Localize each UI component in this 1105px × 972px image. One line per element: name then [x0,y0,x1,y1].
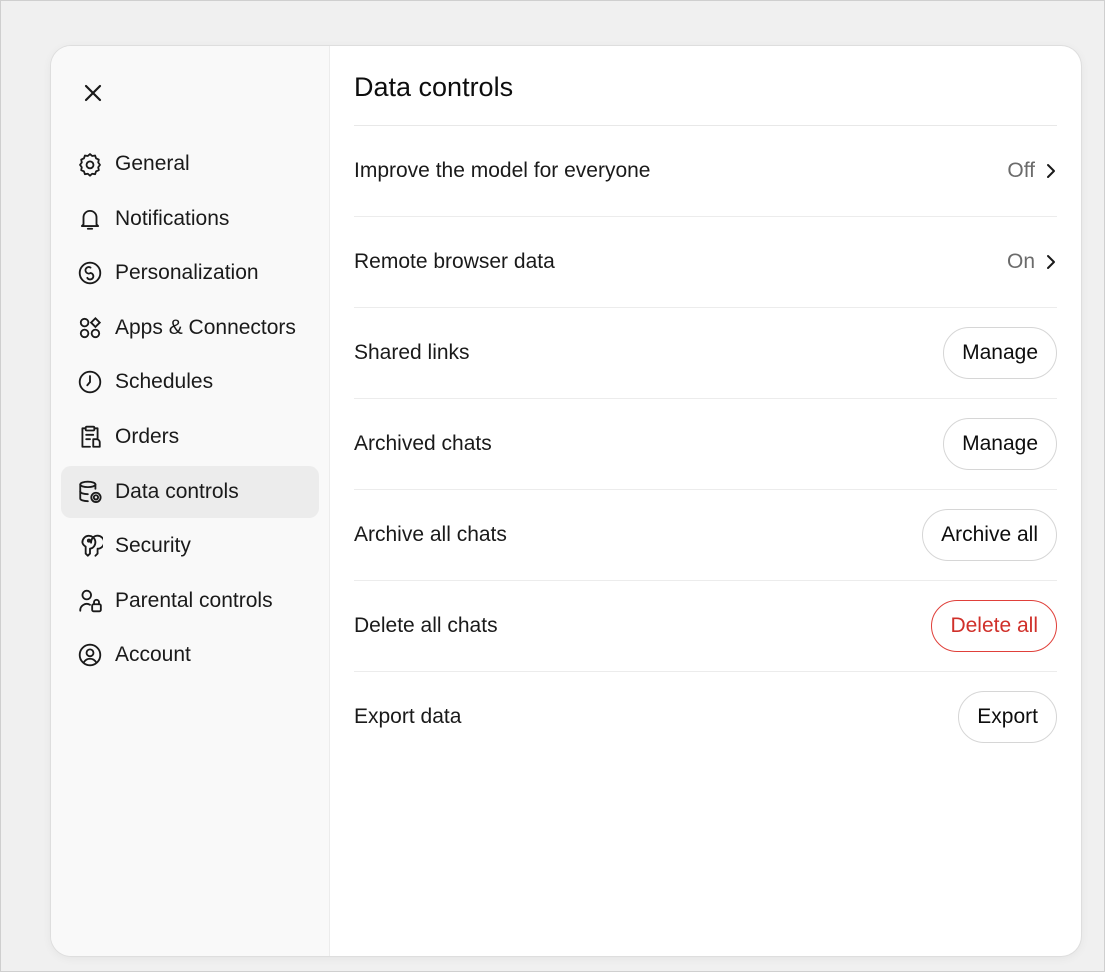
settings-row-archive-all: Archive all chats Archive all [354,490,1057,581]
sidebar-item-label: Data controls [115,479,239,503]
delete-all-button[interactable]: Delete all [931,600,1057,652]
row-label: Shared links [354,341,470,364]
key-icon [77,533,103,559]
row-value-text: On [1006,250,1035,273]
sidebar-item-schedules[interactable]: Schedules [61,356,319,408]
apps-icon [77,315,103,341]
manage-archived-chats-button[interactable]: Manage [943,418,1057,470]
sidebar-item-account[interactable]: Account [61,629,319,681]
row-label: Delete all chats [354,614,498,637]
close-icon [84,84,102,102]
user-circle-icon [77,642,103,668]
remote-browser-data-toggle[interactable]: On [1007,250,1057,274]
row-label: Improve the model for everyone [354,159,651,182]
person-lock-icon [77,588,103,614]
sidebar-item-label: Orders [115,424,180,448]
gear-icon [77,151,103,177]
row-label: Remote browser data [354,250,555,273]
settings-row-remote-browser-data: Remote browser data On [354,217,1057,308]
settings-row-delete-all: Delete all chats Delete all [354,581,1057,672]
sidebar-item-general[interactable]: General [61,138,319,190]
page-title: Data controls [354,72,514,102]
sidebar-item-label: Account [115,643,191,667]
sidebar-item-label: Parental controls [115,588,273,612]
database-gear-icon [77,479,103,505]
chevron-right-icon [1045,162,1057,180]
settings-row-archived-chats: Archived chats Manage [354,399,1057,490]
sidebar-item-parental-controls[interactable]: Parental controls [61,575,319,627]
sidebar-item-data-controls[interactable]: Data controls [61,465,319,518]
clipboard-icon [77,424,103,450]
settings-row-shared-links: Shared links Manage [354,308,1057,399]
sidebar-item-security[interactable]: Security [61,520,319,572]
sidebar-item-label: Notifications [115,206,230,230]
sidebar-item-apps-connectors[interactable]: Apps & Connectors [61,302,319,354]
close-button[interactable] [79,79,107,107]
settings-nav: General Notifications Personalization Ap… [61,138,319,684]
sidebar-item-label: General [115,152,190,175]
archive-all-button[interactable]: Archive all [922,509,1057,561]
row-label: Export data [354,705,462,728]
manage-shared-links-button[interactable]: Manage [943,327,1057,379]
settings-list: Improve the model for everyone Off Remot… [354,126,1057,762]
sidebar-item-orders[interactable]: Orders [61,411,319,463]
settings-content: Data controls Improve the model for ever… [330,46,1081,956]
settings-dialog: General Notifications Personalization Ap… [51,46,1081,956]
row-label: Archived chats [354,432,492,455]
improve-model-toggle[interactable]: Off [1007,159,1057,183]
row-value-text: Off [1007,159,1035,182]
bell-icon [77,206,103,232]
clock-icon [77,369,103,395]
sidebar-item-personalization[interactable]: Personalization [61,247,319,299]
sidebar-item-label: Schedules [115,370,214,394]
row-label: Archive all chats [354,523,507,546]
sidebar-item-label: Apps & Connectors [115,315,296,339]
settings-row-improve-model: Improve the model for everyone Off [354,126,1057,217]
chevron-right-icon [1045,253,1057,271]
export-button[interactable]: Export [958,691,1057,743]
settings-row-export-data: Export data Export [354,672,1057,762]
sidebar-item-notifications[interactable]: Notifications [61,193,319,245]
sidebar-item-label: Security [115,534,191,558]
sidebar-item-label: Personalization [115,261,259,285]
settings-sidebar: General Notifications Personalization Ap… [51,46,330,956]
personalization-icon [77,260,103,286]
